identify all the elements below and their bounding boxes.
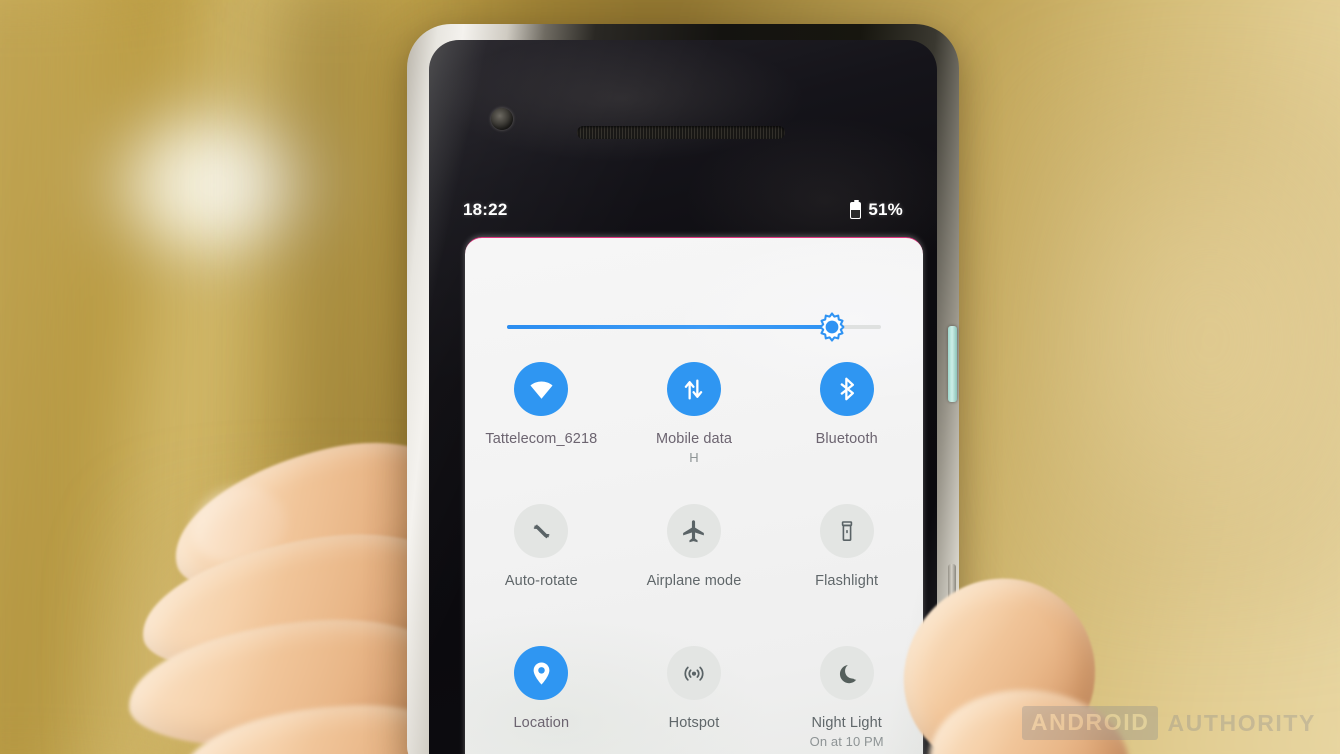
- tile-label: Location: [513, 715, 570, 731]
- moon-icon: [819, 646, 874, 700]
- phone-screen: 18:22 51% Tattelecom_6218 Mobile data H …: [429, 40, 937, 754]
- brightness-slider-fill: [507, 325, 833, 329]
- battery-percent-label: 51%: [868, 200, 903, 219]
- quick-settings-tile-grid: Tattelecom_6218 Mobile data H Bluetooth …: [465, 350, 923, 754]
- status-bar: 18:22 51%: [429, 190, 937, 230]
- brightness-slider-track[interactable]: [507, 312, 881, 342]
- smartphone: 18:22 51% Tattelecom_6218 Mobile data H …: [407, 24, 959, 754]
- status-bar-clock: 18:22: [463, 200, 508, 219]
- tile-label: Auto-rotate: [504, 573, 578, 589]
- tile-night-light[interactable]: Night Light On at 10 PM: [770, 634, 923, 754]
- screenshot-scene: 18:22 51% Tattelecom_6218 Mobile data H …: [0, 0, 1340, 754]
- tile-location[interactable]: Location: [465, 634, 618, 754]
- wifi-icon: [514, 362, 569, 416]
- bluetooth-icon: [819, 362, 874, 416]
- tile-sublabel: On at 10 PM: [809, 734, 884, 750]
- tile-label: Flashlight: [815, 573, 879, 589]
- tile-label: Hotspot: [668, 715, 720, 731]
- battery-half-icon: [850, 199, 862, 219]
- tile-label: Bluetooth: [815, 431, 878, 447]
- tile-label: Mobile data: [655, 431, 733, 447]
- tile-sublabel: H: [689, 450, 699, 466]
- auto-rotate-icon: [514, 504, 569, 558]
- hotspot-icon: [666, 646, 721, 700]
- tile-bluetooth[interactable]: Bluetooth: [770, 350, 923, 490]
- tile-airplane-mode[interactable]: Airplane mode: [618, 492, 771, 632]
- tile-label: Tattelecom_6218: [485, 431, 598, 447]
- tile-label: Night Light: [811, 715, 882, 731]
- airplane-icon: [666, 504, 721, 558]
- mobile-data-icon: [666, 362, 721, 416]
- tile-flashlight[interactable]: Flashlight: [770, 492, 923, 632]
- flashlight-icon: [819, 504, 874, 558]
- tile-mobile-data[interactable]: Mobile data H: [618, 350, 771, 490]
- tile-label: Airplane mode: [646, 573, 742, 589]
- location-pin-icon: [514, 646, 569, 700]
- tile-wifi[interactable]: Tattelecom_6218: [465, 350, 618, 490]
- front-camera-icon: [491, 108, 513, 130]
- status-bar-right: 51%: [850, 199, 903, 220]
- background-bokeh-right: [1000, 60, 1340, 620]
- quick-settings-panel: Tattelecom_6218 Mobile data H Bluetooth …: [465, 237, 923, 754]
- earpiece-speaker: [577, 126, 785, 139]
- tile-auto-rotate[interactable]: Auto-rotate: [465, 492, 618, 632]
- brightness-sun-icon[interactable]: [817, 312, 847, 342]
- brightness-slider[interactable]: [465, 310, 923, 346]
- power-button[interactable]: [948, 326, 957, 402]
- tile-hotspot[interactable]: Hotspot: [618, 634, 771, 754]
